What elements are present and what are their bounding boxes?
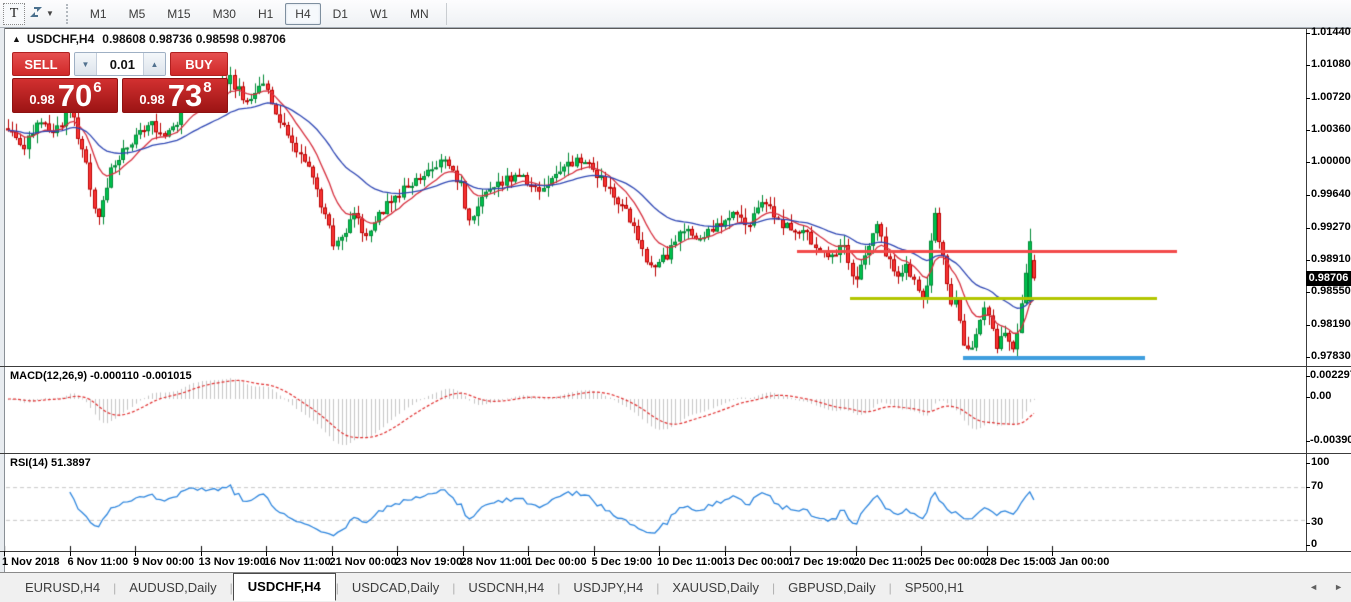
axis-tick [1306, 545, 1310, 546]
axis-tick [1306, 487, 1310, 488]
chart-title: ▲ USDCHF,H4 0.98608 0.98736 0.98598 0.9870… [12, 32, 286, 46]
rsi-axis-tick-label: 100 [1311, 456, 1329, 468]
axis-tick [1306, 33, 1310, 34]
ohlc-values: 0.98608 0.98736 0.98598 0.98706 [102, 32, 286, 46]
tab-usdjpy-h4[interactable]: USDJPY,H4 [560, 575, 656, 600]
time-axis-label: 23 Nov 19:00 [395, 556, 462, 568]
price-axis-tick-label: 0.99640 [1311, 188, 1351, 200]
time-axis-label: 13 Dec 00:00 [723, 556, 790, 568]
price-axis-tick-label: 1.00360 [1311, 123, 1351, 135]
macd-axis-tick-label: 0.00 [1310, 390, 1331, 402]
price-axis-tick-label: 0.98190 [1311, 318, 1351, 330]
axis-tick [1306, 523, 1310, 524]
time-axis-label: 16 Nov 11:00 [264, 556, 331, 568]
tab-scroll-left-icon[interactable]: ◄ [1309, 582, 1318, 592]
axis-tick [1306, 228, 1310, 229]
tab-audusd-daily[interactable]: AUDUSD,Daily [116, 575, 229, 600]
time-axis-label: 10 Dec 11:00 [657, 556, 723, 568]
sell-price-prefix: 0.98 [29, 92, 54, 107]
buy-price-prefix: 0.98 [139, 92, 164, 107]
tab-scroll-right-icon[interactable]: ► [1334, 582, 1343, 592]
sell-button[interactable]: SELL [12, 52, 70, 76]
volume-stepper: ▼ 0.01 ▲ [74, 52, 166, 76]
tab-usdchf-h4[interactable]: USDCHF,H4 [233, 573, 336, 601]
tab-eurusd-h4[interactable]: EURUSD,H4 [12, 575, 113, 600]
sell-price-point: 6 [93, 79, 101, 96]
mt4-window: T ▼ M1M5M15M30H1H4D1W1MN ▲USDCHF,H40.986… [0, 0, 1351, 602]
tab-xauusd-daily[interactable]: XAUUSD,Daily [659, 575, 772, 600]
time-axis-label: 6 Nov 11:00 [68, 556, 129, 568]
price-axis-border [1306, 29, 1307, 551]
panel-separator[interactable] [0, 453, 1351, 454]
buy-price-pips: 73 [168, 81, 202, 111]
time-axis-label: 28 Nov 11:00 [461, 556, 528, 568]
symbol-period-label: USDCHF,H4 [27, 32, 94, 46]
volume-input[interactable]: 0.01 [96, 53, 144, 75]
axis-tick [1306, 195, 1310, 196]
tab-sp500-h1[interactable]: SP500,H1 [892, 575, 977, 600]
window-left-frame [0, 28, 5, 572]
macd-label: MACD(12,26,9) -0.000110 -0.001015 [10, 370, 192, 382]
collapse-chart-icon[interactable]: ▲ [12, 34, 21, 44]
buy-price-button[interactable]: 0.98 73 8 [122, 78, 228, 113]
panel-separator [0, 551, 1351, 552]
time-axis-label: 21 Nov 00:00 [330, 556, 397, 568]
time-axis-label: 1 Dec 00:00 [526, 556, 587, 568]
axis-tick [1306, 325, 1310, 326]
time-axis-label: 25 Dec 00:00 [919, 556, 986, 568]
sell-price-button[interactable]: 0.98 70 6 [12, 78, 118, 113]
axis-tick [1306, 292, 1310, 293]
axis-tick [1306, 130, 1310, 131]
price-axis-tick-label: 1.00720 [1311, 91, 1351, 103]
price-axis-tick-label: 1.01080 [1311, 58, 1351, 70]
axis-tick [1306, 162, 1310, 163]
time-axis-label: 17 Dec 19:00 [788, 556, 855, 568]
macd-axis-tick-label: -0.003904 [1310, 434, 1351, 446]
axis-tick [1306, 65, 1310, 66]
time-axis-label: 13 Nov 19:00 [199, 556, 266, 568]
macd-axis-tick-label: 0.002297 [1310, 369, 1351, 381]
time-axis-label: 28 Dec 15:00 [985, 556, 1052, 568]
rsi-label: RSI(14) 51.3897 [10, 457, 91, 469]
axis-tick [1306, 463, 1310, 464]
time-axis-label: 9 Nov 00:00 [133, 556, 194, 568]
time-axis-label: 20 Dec 11:00 [854, 556, 920, 568]
buy-price-point: 8 [203, 79, 211, 96]
tab-usdcnh-h4[interactable]: USDCNH,H4 [455, 575, 557, 600]
time-axis-label: 3 Jan 00:00 [1050, 556, 1109, 568]
time-axis-label: 5 Dec 19:00 [592, 556, 653, 568]
price-axis-tick-label: 1.00000 [1311, 155, 1351, 167]
axis-tick [1306, 260, 1310, 261]
axis-tick [1306, 98, 1310, 99]
price-axis-tick-label: 0.97830 [1311, 350, 1351, 362]
one-click-trading-panel: SELL ▼ 0.01 ▲ BUY 0.98 70 6 0.98 73 8 [12, 52, 228, 113]
tab-gbpusd-daily[interactable]: GBPUSD,Daily [775, 575, 888, 600]
tab-usdcad-daily[interactable]: USDCAD,Daily [339, 575, 452, 600]
volume-increase-button[interactable]: ▲ [144, 53, 165, 75]
volume-decrease-button[interactable]: ▼ [75, 53, 96, 75]
time-axis-label: 1 Nov 2018 [2, 556, 59, 568]
tab-scroll-buttons: ◄ ► [1309, 582, 1343, 592]
price-axis-tick-label: 0.98550 [1311, 285, 1351, 297]
panel-separator[interactable] [0, 366, 1351, 367]
rsi-axis-tick-label: 30 [1311, 516, 1323, 528]
sell-price-pips: 70 [58, 81, 92, 111]
price-axis-tick-label: 0.98910 [1311, 253, 1351, 265]
rsi-axis-tick-label: 0 [1311, 538, 1317, 550]
price-axis-tick-label: 1.01440 [1311, 26, 1351, 38]
axis-tick [1306, 357, 1310, 358]
buy-button[interactable]: BUY [170, 52, 228, 76]
rsi-axis-tick-label: 70 [1311, 480, 1323, 492]
price-axis-tick-label: 0.99270 [1311, 221, 1351, 233]
current-price-tag: 0.98706 [1306, 271, 1351, 286]
chart-tab-bar: EURUSD,H4|AUDUSD,Daily|USDCHF,H4|USDCAD,… [0, 572, 1351, 602]
